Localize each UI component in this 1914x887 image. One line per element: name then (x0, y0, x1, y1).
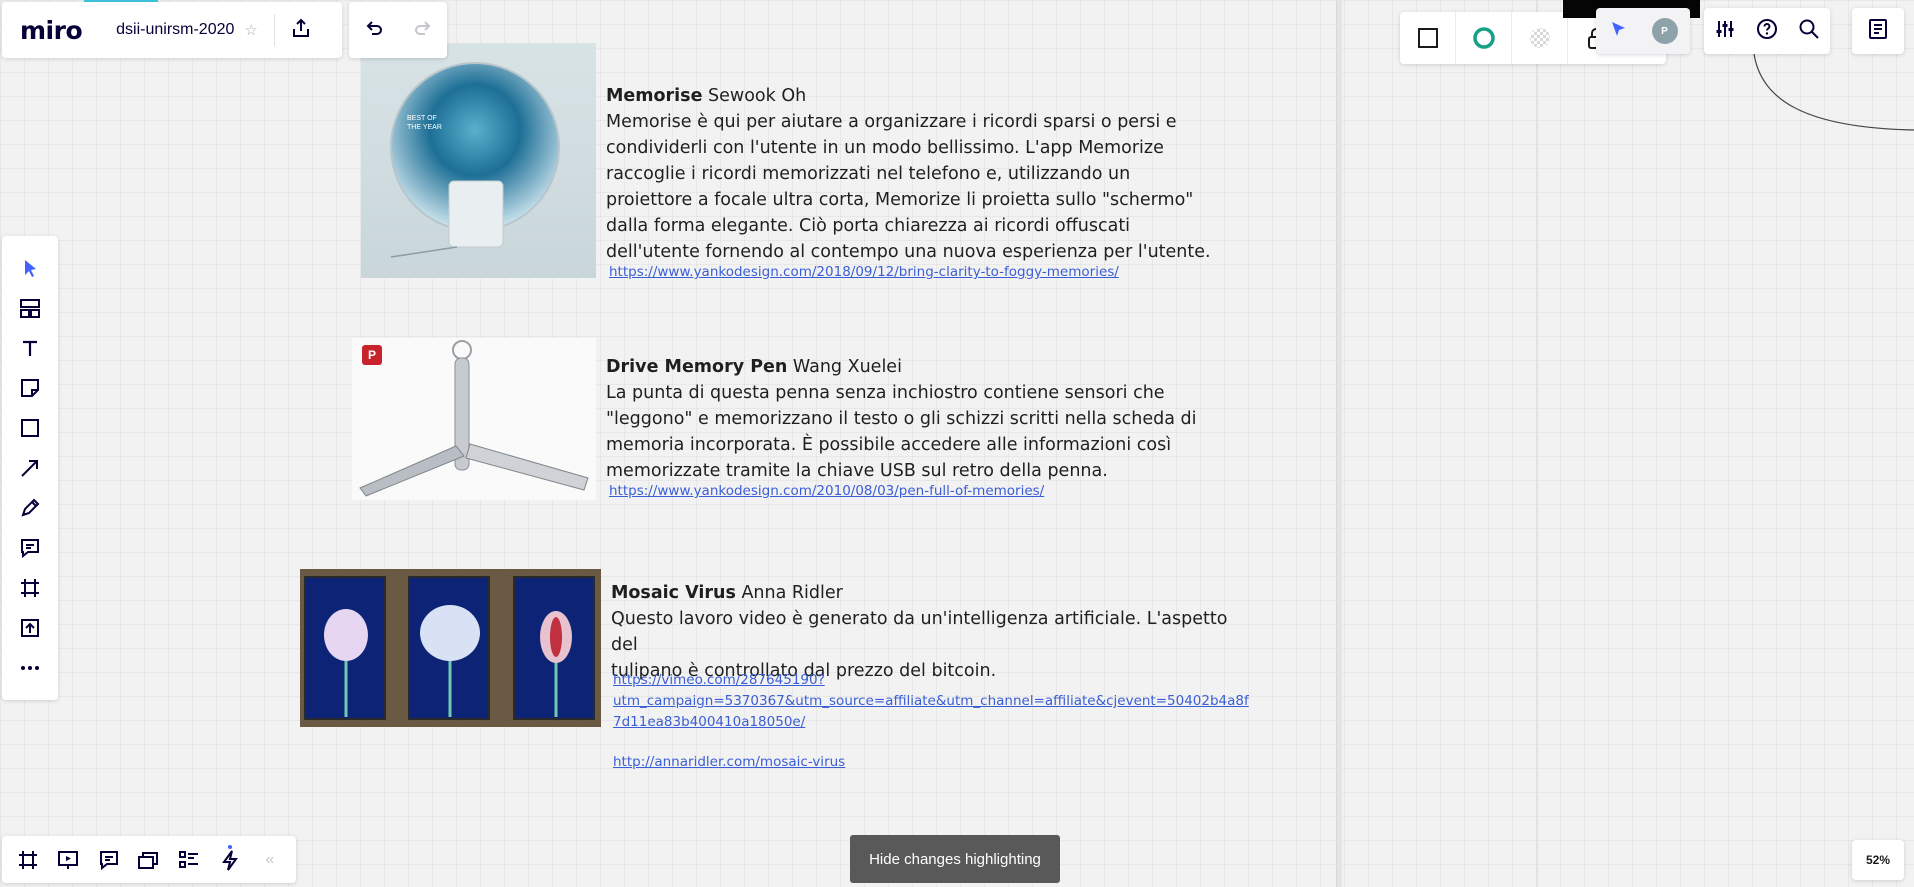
link-line: utm_campaign=5370367&utm_source=affiliat… (613, 693, 1249, 709)
memorise-image[interactable]: BEST OF THE YEAR (361, 43, 596, 278)
board-title[interactable]: dsii-unirsm-2020 (116, 21, 234, 39)
comment-icon[interactable] (8, 528, 52, 568)
hide-changes-button[interactable]: Hide changes highlighting (850, 835, 1060, 883)
undo-icon[interactable] (364, 18, 384, 43)
history-panel (349, 2, 447, 58)
description-line: Memorise è qui per aiutare a organizzare… (606, 112, 1177, 132)
divider (273, 14, 275, 46)
pinterest-badge-icon: P (362, 345, 382, 365)
avatar[interactable]: P (1651, 18, 1678, 44)
circle-outline-icon[interactable] (1456, 12, 1512, 64)
help-icon[interactable] (1756, 18, 1778, 45)
pen-icon[interactable] (8, 488, 52, 528)
image-caption: BEST OF (407, 115, 437, 122)
description-line: raccoglie i ricordi memorizzati nel tele… (606, 164, 1131, 184)
templates-icon[interactable] (8, 288, 52, 328)
memorise-link[interactable]: https://www.yankodesign.com/2018/09/12/b… (609, 262, 1119, 283)
sticky-note-icon[interactable] (8, 368, 52, 408)
description-line: proiettore a focale ultra corta, Memoriz… (606, 190, 1194, 210)
presentation-icon[interactable] (50, 842, 86, 878)
frame-divider (1336, 0, 1342, 887)
collapse-icon[interactable]: « (252, 842, 288, 878)
cards-icon[interactable] (131, 842, 167, 878)
bolt-icon[interactable] (212, 842, 248, 878)
search-icon[interactable] (1798, 18, 1820, 45)
zoom-level[interactable]: 52% (1852, 840, 1904, 880)
connector-curve[interactable] (1745, 40, 1914, 136)
board-tools-panel (1704, 8, 1830, 54)
item-author: Anna Ridler (735, 583, 843, 603)
cursor-flag-icon[interactable] (1609, 20, 1627, 43)
more-icon[interactable] (8, 648, 52, 688)
item-title: Mosaic Virus (611, 583, 736, 603)
mosaic-vimeo-link[interactable]: https://vimeo.com/287645190? utm_campaig… (613, 670, 1249, 733)
item-title: Drive Memory Pen (606, 357, 788, 377)
pen-link[interactable]: https://www.yankodesign.com/2010/08/03/p… (609, 481, 1044, 502)
description-line: dalla forma elegante. Ciò porta chiarezz… (606, 216, 1131, 236)
arrow-line-icon[interactable] (8, 448, 52, 488)
select-cursor-icon[interactable] (8, 248, 52, 288)
text-icon[interactable] (8, 328, 52, 368)
description-line: Questo lavoro video è generato da un'int… (611, 609, 1228, 655)
image-caption: THE YEAR (407, 124, 442, 131)
shape-icon[interactable] (8, 408, 52, 448)
mosaic-site-link[interactable]: http://annaridler.com/mosaic-virus (613, 752, 845, 773)
comments-icon[interactable] (91, 842, 127, 878)
notes-panel (1852, 8, 1904, 54)
share-icon[interactable] (291, 18, 311, 43)
link-line: https://vimeo.com/287645190? (613, 672, 825, 688)
mosaic-virus-image[interactable] (300, 569, 601, 727)
star-icon[interactable]: ☆ (244, 21, 257, 39)
settings-sliders-icon[interactable] (1714, 18, 1736, 45)
item-title: Memorise (606, 86, 703, 106)
item-author: Sewook Oh (702, 86, 807, 106)
frame-icon[interactable] (8, 568, 52, 608)
notes-icon[interactable] (1868, 18, 1888, 45)
square-shape-icon[interactable] (1400, 12, 1456, 64)
pen-text[interactable]: Drive Memory Pen Wang Xuelei La punta di… (606, 354, 1246, 484)
board-header: miro dsii-unirsm-2020 ☆ (2, 2, 342, 58)
frames-icon[interactable] (10, 842, 46, 878)
pen-image[interactable]: P (352, 338, 596, 500)
upload-icon[interactable] (8, 608, 52, 648)
mosaic-text[interactable]: Mosaic Virus Anna Ridler Questo lavoro v… (611, 580, 1251, 684)
left-toolbar (2, 236, 58, 700)
description-line: memoria incorporata. È possibile acceder… (606, 435, 1172, 455)
list-icon[interactable] (171, 842, 207, 878)
bottom-toolbar: « (2, 836, 296, 883)
frame-border (1536, 0, 1538, 887)
memorise-text[interactable]: Memorise Sewook Oh Memorise è qui per ai… (606, 83, 1246, 265)
link-line: 7d11ea83b400410a18050e/ (613, 714, 806, 730)
redo-icon[interactable] (413, 18, 433, 43)
collaborators-panel: P (1596, 8, 1690, 54)
description-line: La punta di questa penna senza inchiostr… (606, 383, 1165, 403)
description-line: condividerli con l'utente in un modo bel… (606, 138, 1164, 158)
description-line: "leggono" e memorizzano il testo o gli s… (606, 409, 1197, 429)
item-author: Wang Xuelei (787, 357, 902, 377)
miro-logo[interactable]: miro (20, 16, 83, 45)
transparent-fill-icon[interactable] (1512, 12, 1568, 64)
notification-dot (227, 844, 232, 849)
